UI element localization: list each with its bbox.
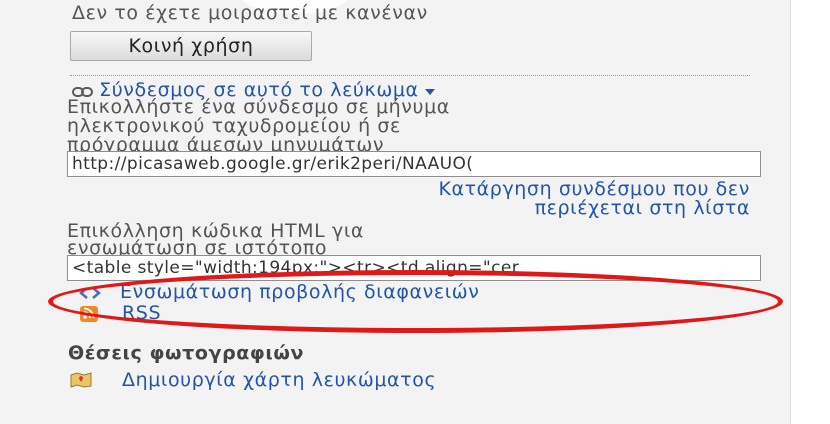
section-divider [70,75,750,76]
share-button[interactable]: Κοινή χρήση [70,31,312,61]
photo-places-heading: Θέσεις φωτογραφιών [68,342,305,364]
album-sidebar-panel: Δεν το έχετε μοιραστεί με κανέναν Κοινή … [0,0,791,424]
not-shared-text: Δεν το έχετε μοιραστεί με κανέναν [72,2,428,24]
dropdown-arrow-icon[interactable] [424,87,436,97]
highlight-ellipse [48,270,783,333]
remove-link-line-2[interactable]: περιέχεται στη λίστα [535,197,750,219]
map-icon [70,372,92,388]
create-album-map-link[interactable]: Δημιουργία χάρτη λευκώματος [122,369,436,391]
album-url-field[interactable]: http://picasaweb.google.gr/erik2peri/NAA… [67,151,761,177]
